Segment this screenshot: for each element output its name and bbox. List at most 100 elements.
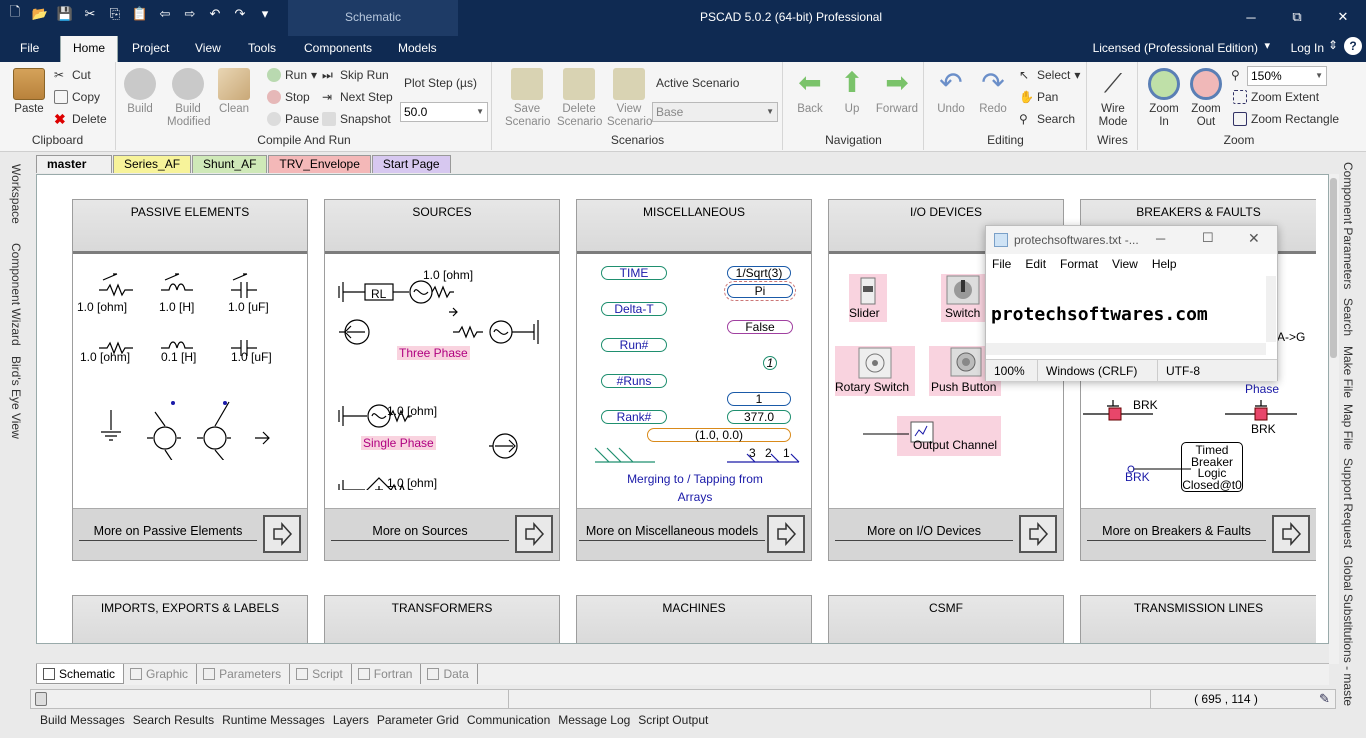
next-step-button[interactable]: ⇥ Next Step: [322, 90, 393, 104]
tab-project[interactable]: Project: [120, 36, 181, 62]
view-scenario-button[interactable]: View Scenario: [607, 68, 652, 129]
notepad-vertical-scrollbar[interactable]: [1266, 276, 1276, 342]
notepad-horizontal-scrollbar[interactable]: [986, 343, 1266, 355]
doc-tab-shunt-af[interactable]: Shunt_AF: [192, 155, 268, 173]
undo-button[interactable]: ↶ Undo: [931, 68, 971, 116]
doc-tab-series-af[interactable]: Series_AF: [113, 155, 192, 173]
tab-message-log[interactable]: Message Log: [558, 713, 630, 727]
close-button[interactable]: ✕: [1320, 0, 1366, 34]
delete-scenario-button[interactable]: Delete Scenario: [557, 68, 602, 129]
notepad-menu-help[interactable]: Help: [1152, 254, 1177, 274]
more-link[interactable]: More on Miscellaneous models: [579, 524, 765, 541]
sidebar-search[interactable]: Search: [1341, 298, 1355, 336]
snapshot-button[interactable]: Snapshot: [322, 112, 391, 126]
tab-search-results[interactable]: Search Results: [133, 713, 214, 727]
tab-view[interactable]: View: [183, 36, 233, 62]
sidebar-map-file[interactable]: Map File: [1341, 404, 1355, 450]
sidebar-component-wizard[interactable]: Component Wizard: [9, 243, 23, 346]
zoom-extent-button[interactable]: Zoom Extent: [1233, 90, 1319, 104]
zoom-rectangle-button[interactable]: Zoom Rectangle: [1233, 112, 1339, 126]
plot-step-input[interactable]: 50.0 ▼: [400, 102, 488, 122]
tab-tools[interactable]: Tools: [236, 36, 288, 62]
forward-icon[interactable]: ⇨: [181, 5, 199, 23]
notepad-menu-edit[interactable]: Edit: [1025, 254, 1046, 274]
back-icon[interactable]: ⇦: [156, 5, 174, 23]
zoom-out-button[interactable]: Zoom Out: [1187, 68, 1225, 129]
view-tab-fortran[interactable]: Fortran: [352, 664, 422, 684]
forward-button[interactable]: ➡ Forward: [872, 68, 922, 116]
tab-communication[interactable]: Communication: [467, 713, 550, 727]
more-arrow-button[interactable]: [1019, 515, 1057, 553]
tab-script-output[interactable]: Script Output: [638, 713, 708, 727]
delete-button[interactable]: ✖ Delete: [54, 112, 107, 126]
open-folder-icon[interactable]: 📂: [31, 5, 49, 23]
sidebar-component-parameters[interactable]: Component Parameters: [1341, 162, 1355, 289]
sidebar-support-request[interactable]: Support Request: [1341, 458, 1355, 548]
active-scenario-select[interactable]: Base ▼: [652, 102, 778, 122]
more-link[interactable]: More on I/O Devices: [835, 524, 1013, 541]
paste-icon[interactable]: 📋: [131, 5, 149, 23]
customize-qat-icon[interactable]: ▾: [256, 5, 274, 23]
notepad-menu-file[interactable]: File: [992, 254, 1011, 274]
undo-icon[interactable]: ↶: [206, 5, 224, 23]
help-icon[interactable]: ?: [1344, 37, 1362, 55]
pan-button[interactable]: ✋ Pan: [1019, 90, 1058, 104]
sidebar-workspace[interactable]: Workspace: [9, 164, 23, 224]
stop-button[interactable]: Stop: [267, 90, 310, 104]
skip-run-button[interactable]: ⏭ Skip Run: [322, 68, 389, 82]
select-button[interactable]: ↖ Select ▾: [1019, 68, 1080, 82]
doc-tab-start-page[interactable]: Start Page: [371, 155, 451, 173]
notepad-menu-view[interactable]: View: [1112, 254, 1138, 274]
zoom-in-button[interactable]: Zoom In: [1145, 68, 1183, 129]
more-arrow-button[interactable]: [515, 515, 553, 553]
tab-build-messages[interactable]: Build Messages: [40, 713, 125, 727]
up-button[interactable]: ⬆ Up: [834, 68, 870, 116]
doc-tab-master[interactable]: master ✕: [36, 155, 112, 187]
view-tab-schematic[interactable]: Schematic: [36, 664, 125, 684]
copy-button[interactable]: Copy: [54, 90, 100, 104]
ribbon-collapse-icon[interactable]: ⇕: [1328, 38, 1338, 52]
redo-button[interactable]: ↷ Redo: [973, 68, 1013, 116]
build-button[interactable]: Build: [123, 68, 157, 116]
notepad-text-area[interactable]: protechsoftwares.com: [991, 304, 1208, 325]
build-modified-button[interactable]: Build Modified: [167, 68, 210, 129]
redo-icon[interactable]: ↷: [231, 5, 249, 23]
more-arrow-button[interactable]: [767, 515, 805, 553]
view-tab-script[interactable]: Script: [290, 664, 352, 684]
new-file-icon[interactable]: 🗋: [6, 4, 24, 23]
maximize-button[interactable]: ⧉: [1274, 0, 1320, 34]
cut-icon[interactable]: ✂: [81, 5, 99, 23]
save-scenario-button[interactable]: Save Scenario: [505, 68, 550, 129]
view-tab-data[interactable]: Data: [421, 664, 478, 684]
search-button[interactable]: ⚲ Search: [1019, 112, 1075, 126]
tab-parameter-grid[interactable]: Parameter Grid: [377, 713, 459, 727]
sidebar-birds-eye-view[interactable]: Bird's Eye View: [9, 356, 23, 439]
notepad-close-button[interactable]: ✕: [1248, 230, 1260, 247]
sidebar-make-file[interactable]: Make File: [1341, 346, 1355, 398]
tab-layers[interactable]: Layers: [333, 713, 369, 727]
cut-button[interactable]: ✂ Cut: [54, 68, 91, 82]
more-link[interactable]: More on Sources: [331, 524, 509, 541]
save-icon[interactable]: 💾: [56, 5, 74, 23]
tab-runtime-messages[interactable]: Runtime Messages: [222, 713, 325, 727]
zoom-level-select[interactable]: 150% ▼: [1247, 66, 1327, 86]
notepad-minimize-button[interactable]: ─: [1156, 231, 1165, 246]
minimize-button[interactable]: ─: [1228, 0, 1274, 34]
pause-button[interactable]: Pause: [267, 112, 319, 126]
probe-icon[interactable]: ✎: [1319, 691, 1330, 707]
paste-button[interactable]: Paste: [8, 68, 50, 116]
doc-tab-trv-envelope[interactable]: TRV_Envelope: [268, 155, 371, 173]
more-arrow-button[interactable]: [263, 515, 301, 553]
tab-components[interactable]: Components: [292, 36, 384, 62]
tab-home[interactable]: Home: [60, 36, 118, 62]
more-arrow-button[interactable]: [1272, 515, 1310, 553]
scrollbar-thumb[interactable]: [1330, 178, 1337, 358]
run-button[interactable]: Run ▾: [267, 68, 317, 82]
notepad-menu-format[interactable]: Format: [1060, 254, 1098, 274]
license-dropdown-icon[interactable]: ▾: [1264, 39, 1270, 52]
lock-icon[interactable]: [35, 692, 47, 706]
view-tab-graphic[interactable]: Graphic: [124, 664, 198, 684]
notepad-maximize-button[interactable]: ☐: [1202, 230, 1214, 246]
sidebar-global-substitutions[interactable]: Global Substitutions - maste: [1341, 556, 1355, 706]
more-link[interactable]: More on Breakers & Faults: [1087, 524, 1266, 541]
